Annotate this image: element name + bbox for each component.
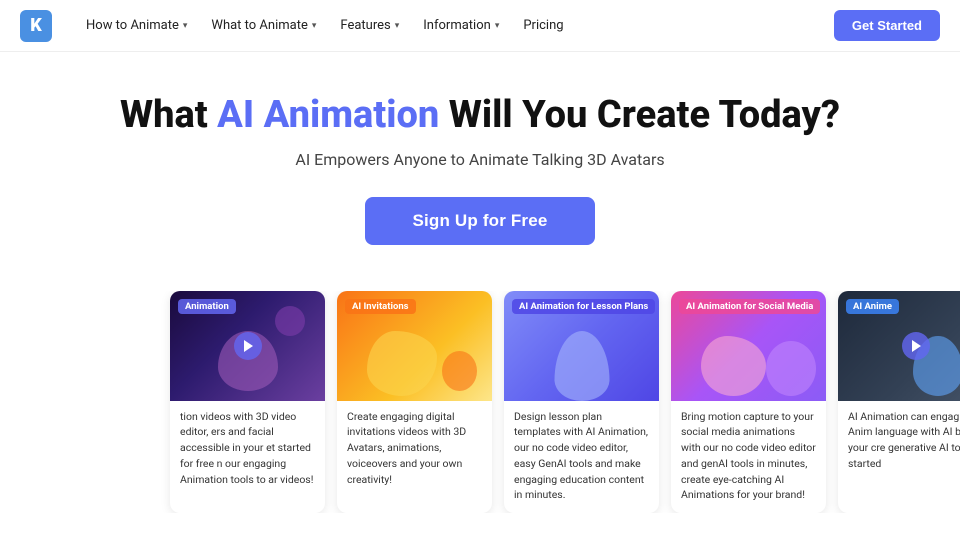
hero-title-suffix: Will You Create Today? bbox=[439, 93, 840, 137]
card-4-image: AI Animation for Social Media bbox=[671, 291, 826, 401]
nav-item-information[interactable]: Information ▾ bbox=[413, 12, 509, 39]
logo-icon: K bbox=[20, 10, 52, 42]
logo[interactable]: K bbox=[20, 10, 52, 42]
cards-row: Animation tion videos with 3D video edit… bbox=[0, 291, 960, 514]
chevron-down-icon: ▾ bbox=[495, 21, 500, 31]
card-4-blob1 bbox=[701, 336, 766, 396]
chevron-down-icon: ▾ bbox=[183, 21, 188, 31]
card-2-blob1 bbox=[367, 331, 437, 396]
hero-title-highlight: AI Animation bbox=[217, 93, 439, 137]
card-animation[interactable]: Animation tion videos with 3D video edit… bbox=[170, 291, 325, 514]
card-1-label: Animation bbox=[178, 299, 236, 314]
card-5-body: AI Animation can engaging Anim language … bbox=[838, 401, 960, 482]
signup-button[interactable]: Sign Up for Free bbox=[365, 197, 596, 245]
card-3-description: Design lesson plan templates with AI Ani… bbox=[514, 409, 649, 504]
nav-item-pricing[interactable]: Pricing bbox=[513, 12, 573, 39]
card-4-blob2 bbox=[766, 341, 816, 396]
card-2-blob2 bbox=[442, 351, 477, 391]
card-1-blob2 bbox=[275, 306, 305, 336]
card-1-description: tion videos with 3D video editor, ers an… bbox=[180, 409, 315, 488]
nav-item-features[interactable]: Features ▾ bbox=[330, 12, 409, 39]
chevron-down-icon: ▾ bbox=[395, 21, 400, 31]
card-2-body: Create engaging digital invitations vide… bbox=[337, 401, 492, 498]
chevron-down-icon: ▾ bbox=[312, 21, 317, 31]
get-started-button[interactable]: Get Started bbox=[834, 10, 940, 41]
card-5-description: AI Animation can engaging Anim language … bbox=[848, 409, 960, 472]
hero-title-prefix: What bbox=[120, 93, 217, 137]
nav-label-features: Features bbox=[340, 18, 390, 33]
navbar: K How to Animate ▾ What to Animate ▾ Fea… bbox=[0, 0, 960, 52]
card-4-description: Bring motion capture to your social medi… bbox=[681, 409, 816, 504]
card-5-image: AI Anime bbox=[838, 291, 960, 401]
card-5-label: AI Anime bbox=[846, 299, 899, 314]
card-4-label: AI Animation for Social Media bbox=[679, 299, 820, 314]
card-social-media[interactable]: AI Animation for Social Media Bring moti… bbox=[671, 291, 826, 514]
card-2-image: AI Invitations bbox=[337, 291, 492, 401]
hero-title: What AI Animation Will You Create Today? bbox=[20, 94, 940, 138]
nav-label-information: Information bbox=[423, 18, 491, 33]
card-4-body: Bring motion capture to your social medi… bbox=[671, 401, 826, 514]
play-icon bbox=[234, 332, 262, 360]
card-lesson-plans[interactable]: AI Animation for Lesson Plans Design les… bbox=[504, 291, 659, 514]
card-2-description: Create engaging digital invitations vide… bbox=[347, 409, 482, 488]
nav-item-what-to-animate[interactable]: What to Animate ▾ bbox=[201, 12, 326, 39]
nav-label-what-to-animate: What to Animate bbox=[211, 18, 307, 33]
nav-links: How to Animate ▾ What to Animate ▾ Featu… bbox=[76, 12, 834, 39]
card-2-label: AI Invitations bbox=[345, 299, 416, 314]
card-1-image: Animation bbox=[170, 291, 325, 401]
card-anime[interactable]: AI Anime AI Animation can engaging Anim … bbox=[838, 291, 960, 514]
card-3-blob1 bbox=[554, 331, 609, 401]
card-3-label: AI Animation for Lesson Plans bbox=[512, 299, 655, 314]
nav-label-pricing: Pricing bbox=[523, 18, 563, 33]
card-invitations[interactable]: AI Invitations Create engaging digital i… bbox=[337, 291, 492, 514]
nav-item-how-to-animate[interactable]: How to Animate ▾ bbox=[76, 12, 197, 39]
hero-subtitle: AI Empowers Anyone to Animate Talking 3D… bbox=[20, 150, 940, 169]
hero-section: What AI Animation Will You Create Today?… bbox=[0, 52, 960, 273]
card-3-image: AI Animation for Lesson Plans bbox=[504, 291, 659, 401]
nav-label-how-to-animate: How to Animate bbox=[86, 18, 179, 33]
card-1-body: tion videos with 3D video editor, ers an… bbox=[170, 401, 325, 498]
card-3-body: Design lesson plan templates with AI Ani… bbox=[504, 401, 659, 514]
cards-section: Animation tion videos with 3D video edit… bbox=[0, 273, 960, 514]
play-icon-5 bbox=[902, 332, 930, 360]
